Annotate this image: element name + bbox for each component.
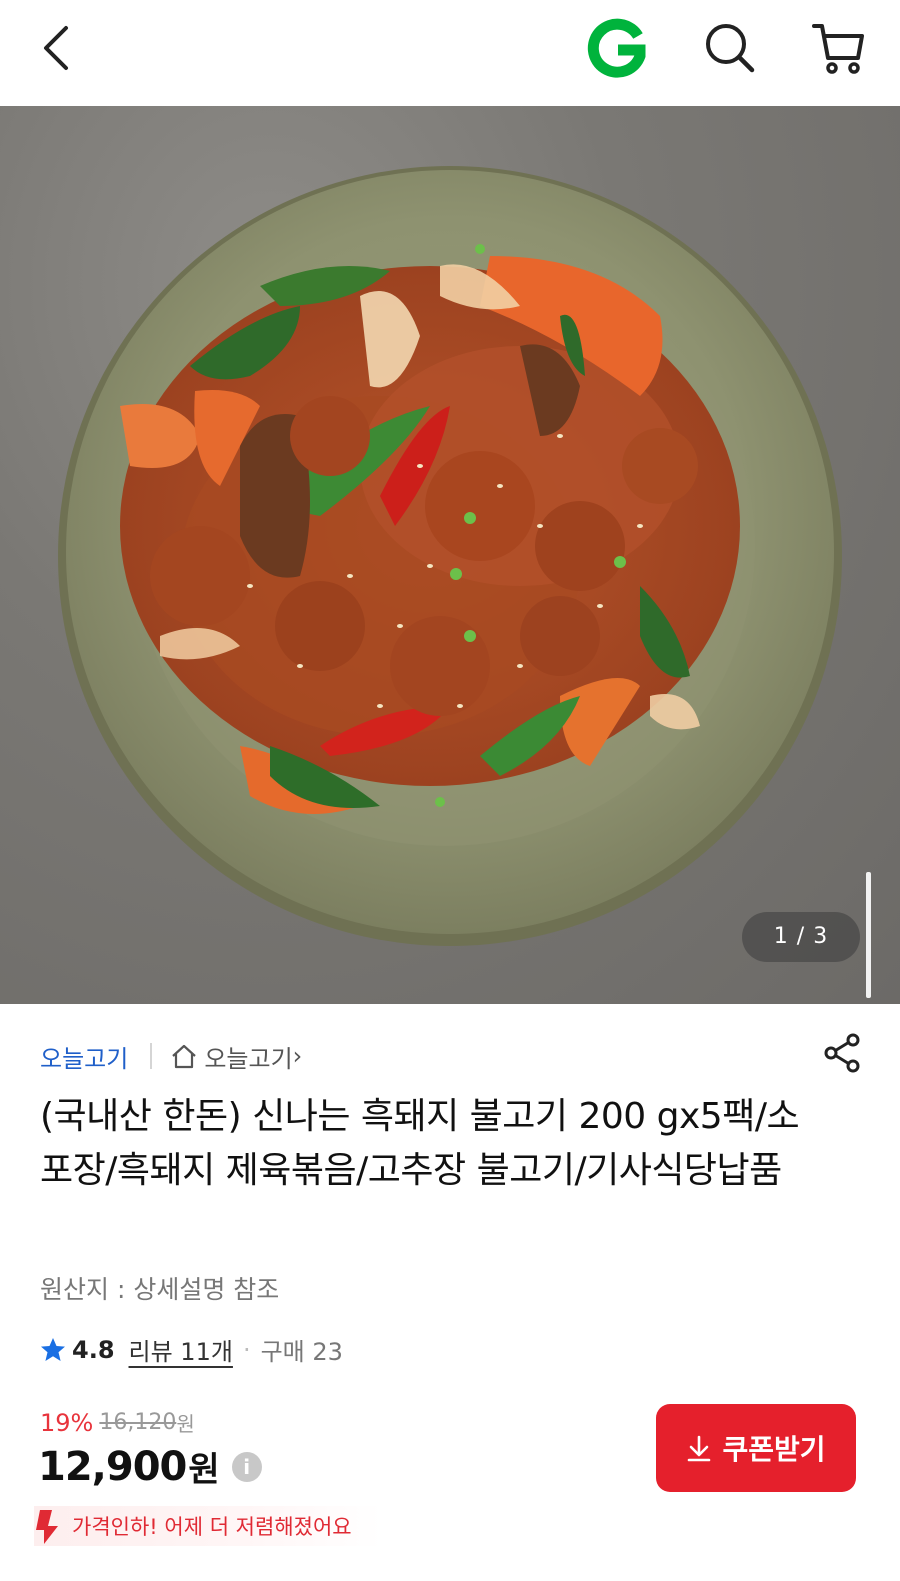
price-info-icon[interactable]: i <box>231 1451 262 1482</box>
chevron-right-icon: › <box>292 1042 303 1070</box>
store-link-label: 오늘고기 <box>204 1044 293 1073</box>
coupon-button-label: 쿠폰받기 <box>722 1433 826 1466</box>
rating-row: 4.8 리뷰 11개 · 구매 23 <box>40 1332 343 1367</box>
image-counter: 1 / 3 <box>742 912 860 962</box>
chevron-left-icon <box>44 26 68 70</box>
sale-price-unit: 원 <box>188 1450 220 1490</box>
cart-icon <box>812 24 864 74</box>
original-price: 16,120 <box>99 1410 177 1435</box>
coupon-download-button[interactable]: 쿠폰받기 <box>656 1404 856 1492</box>
separator-dot: · <box>242 1335 251 1364</box>
divider <box>150 1043 153 1069</box>
download-icon <box>688 1435 711 1462</box>
back-button[interactable] <box>30 18 90 78</box>
gmarket-logo[interactable] <box>586 16 648 82</box>
product-image <box>58 166 842 946</box>
home-icon <box>172 1044 197 1069</box>
product-image-gallery[interactable]: 1 / 3 <box>0 106 900 1004</box>
gmarket-g-icon <box>587 18 646 78</box>
review-count-link[interactable]: 리뷰 11개 <box>129 1332 233 1367</box>
star-icon <box>41 1337 65 1361</box>
discount-rate: 19% <box>40 1408 94 1437</box>
original-price-unit: 원 <box>176 1412 195 1436</box>
purchase-count: 구매 23 <box>260 1338 343 1366</box>
rating-score: 4.8 <box>72 1335 115 1364</box>
share-button[interactable] <box>820 1030 866 1076</box>
seller-name-link[interactable]: 오늘고기 <box>40 1039 128 1074</box>
price-drop-banner: 가격인하! 어제 더 저렴해졌어요 <box>34 1506 382 1546</box>
search-button[interactable] <box>700 18 760 78</box>
product-title: (국내산 한돈) 신나는 흑돼지 불고기 200 gx5팩/소포장/흑돼지 제육… <box>40 1096 800 1191</box>
store-link[interactable]: 오늘고기 › <box>170 1039 302 1074</box>
price-drop-text: 가격인하! 어제 더 저렴해졌어요 <box>72 1515 352 1539</box>
price-row: 12,900 원 i <box>38 1442 262 1491</box>
price-down-arrow-icon <box>36 1510 58 1544</box>
seller-row: 오늘고기 오늘고기 › <box>40 1039 302 1074</box>
scroll-indicator <box>866 872 871 998</box>
share-icon <box>824 1033 860 1073</box>
origin-label: 원산지 : 상세설명 참조 <box>40 1275 280 1304</box>
top-bar <box>0 0 900 106</box>
search-icon <box>706 24 755 73</box>
cart-button[interactable] <box>808 16 870 78</box>
sale-price: 12,900 <box>38 1443 187 1490</box>
discount-row: 19% 16,120 원 <box>40 1408 195 1437</box>
